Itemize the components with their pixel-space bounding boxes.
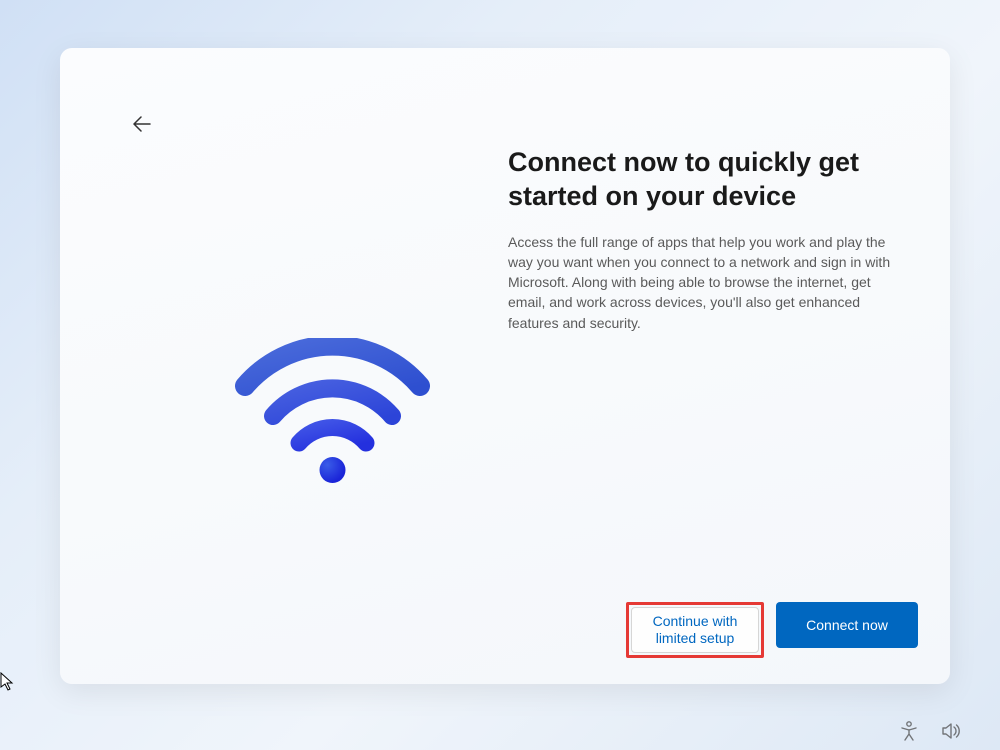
cursor-icon [0, 672, 16, 692]
page-description: Access the full range of apps that help … [508, 232, 908, 333]
action-buttons: Continue with limited setup Connect now [626, 602, 918, 658]
setup-card: Connect now to quickly get started on yo… [60, 48, 950, 684]
arrow-left-icon [132, 114, 152, 134]
page-title: Connect now to quickly get started on yo… [508, 146, 908, 214]
accessibility-icon[interactable] [898, 720, 920, 742]
taskbar-icons [898, 720, 962, 742]
volume-icon[interactable] [940, 720, 962, 742]
content-right: Connect now to quickly get started on yo… [508, 146, 908, 333]
continue-limited-setup-button[interactable]: Continue with limited setup [631, 607, 759, 653]
connect-now-button[interactable]: Connect now [776, 602, 918, 648]
wifi-icon [235, 338, 430, 488]
highlight-box: Continue with limited setup [626, 602, 764, 658]
back-button[interactable] [128, 110, 156, 138]
